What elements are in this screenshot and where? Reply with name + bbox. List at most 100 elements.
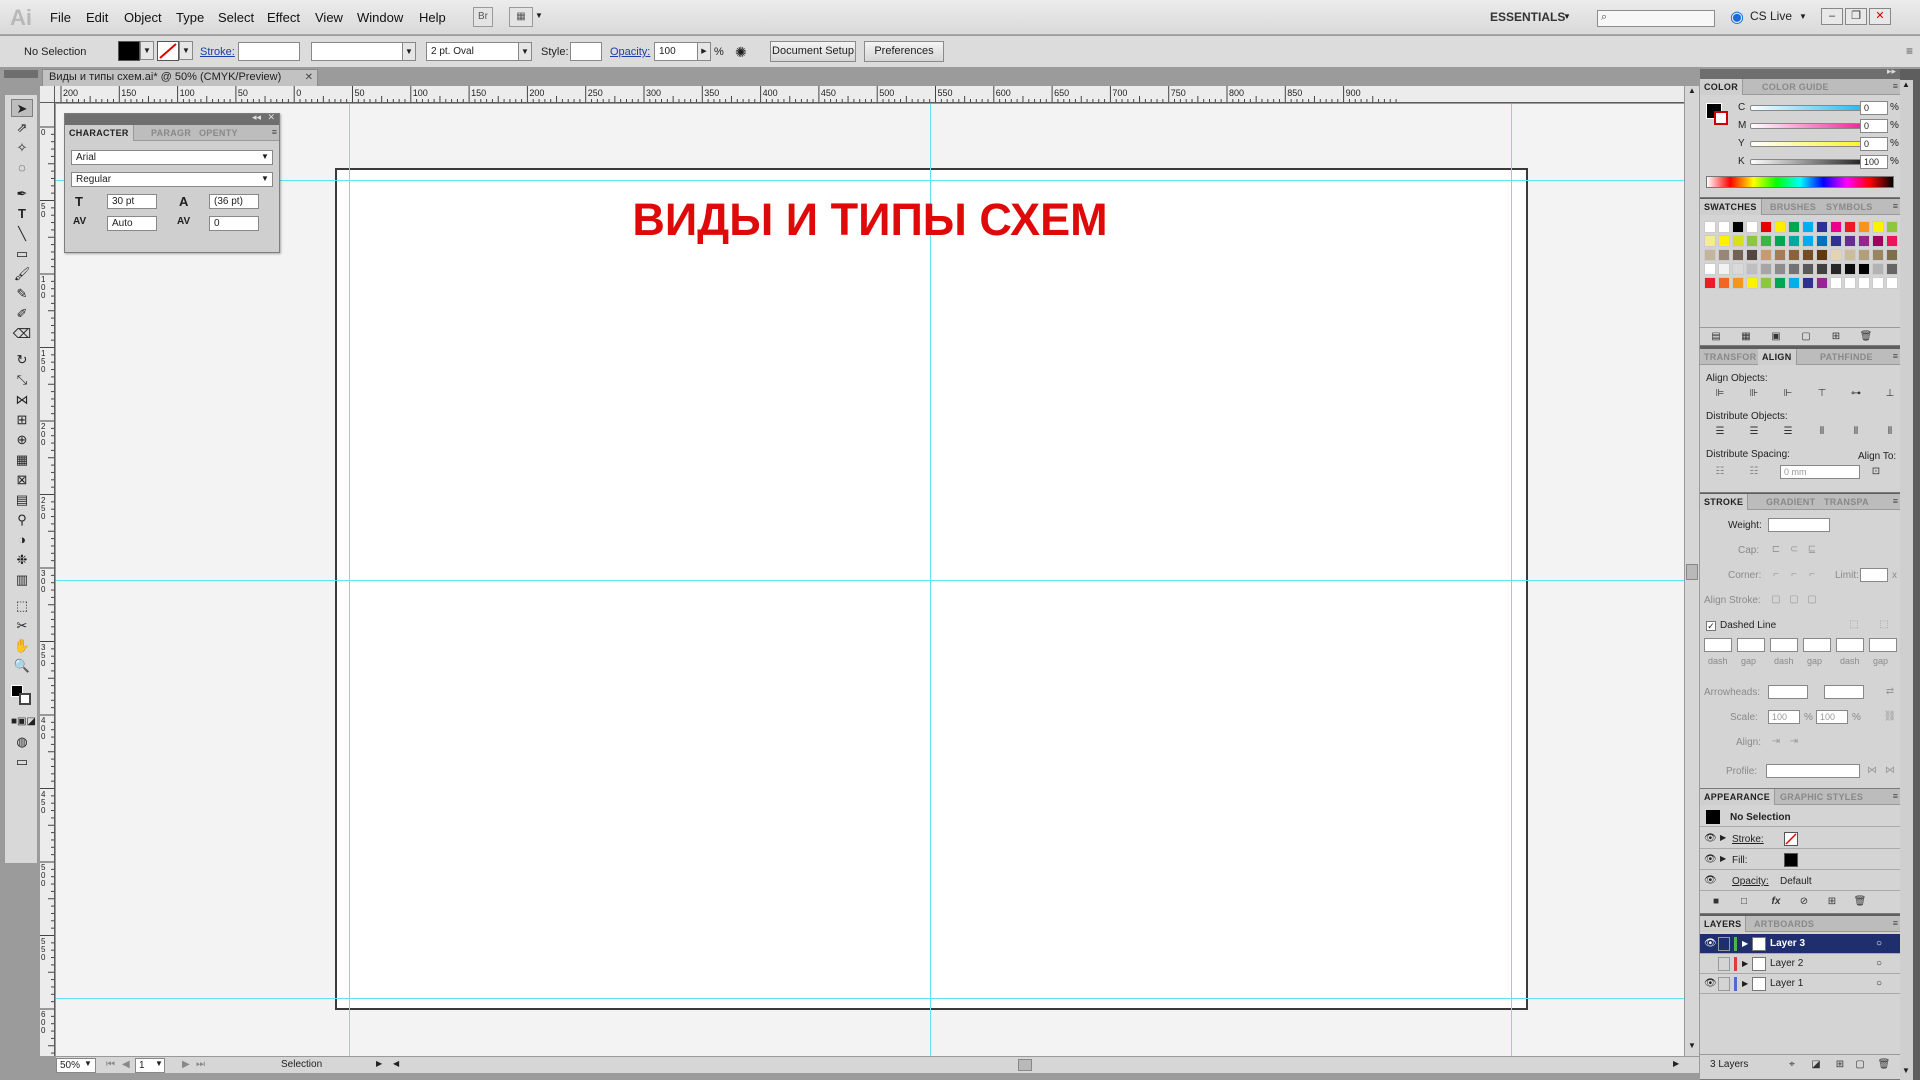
clear-appearance-icon[interactable]: ⊘ bbox=[1796, 895, 1812, 909]
slice-tool-icon[interactable]: ✂ bbox=[11, 617, 33, 635]
color-swatch[interactable] bbox=[1816, 249, 1828, 261]
tab-transform[interactable]: TRANSFOR bbox=[1700, 349, 1760, 365]
bevel-join-icon[interactable]: ⌐ bbox=[1804, 568, 1820, 582]
color-swatch[interactable] bbox=[1802, 263, 1814, 275]
scale-tool-icon[interactable]: ⤡ bbox=[11, 371, 33, 389]
guide-horizontal-middle[interactable] bbox=[56, 580, 1684, 581]
cslive-menu[interactable]: CS Live bbox=[1750, 9, 1792, 23]
scroll-up-icon[interactable]: ▲ bbox=[1688, 86, 1696, 95]
menu-window[interactable]: Window bbox=[357, 10, 403, 25]
color-swatch[interactable] bbox=[1704, 221, 1716, 233]
dock-scroll-down-icon[interactable]: ▼ bbox=[1902, 1066, 1910, 1075]
color-swatch[interactable] bbox=[1858, 277, 1870, 289]
last-artboard-icon[interactable]: ⏭ bbox=[196, 1059, 205, 1070]
color-swatch[interactable] bbox=[1760, 277, 1772, 289]
delete-layer-icon[interactable]: 🗑 bbox=[1876, 1058, 1892, 1072]
status-menu-icon[interactable]: ▶ bbox=[376, 1059, 382, 1068]
color-swatch[interactable] bbox=[1858, 263, 1870, 275]
color-swatch[interactable] bbox=[1858, 221, 1870, 233]
color-swatch[interactable] bbox=[1844, 249, 1856, 261]
font-family-select[interactable]: Arial bbox=[71, 150, 273, 165]
current-tool-status[interactable]: Selection bbox=[281, 1059, 322, 1070]
guide-vertical-right[interactable] bbox=[1511, 104, 1512, 1056]
profile-dropdown-icon[interactable]: ▼ bbox=[402, 42, 416, 61]
arrange-documents-icon[interactable]: ▦ bbox=[509, 7, 533, 27]
tab-stroke[interactable]: STROKE bbox=[1700, 494, 1749, 510]
previous-artboard-icon[interactable]: ◀ bbox=[122, 1059, 130, 1070]
color-swatch[interactable] bbox=[1830, 249, 1842, 261]
color-mode-icon[interactable]: ■▣◪ bbox=[11, 713, 36, 731]
dock-scroll-up-icon[interactable]: ▲ bbox=[1902, 80, 1910, 89]
create-sublayer-icon[interactable]: ⊞ bbox=[1832, 1058, 1848, 1072]
dashed-line-checkbox[interactable]: ✓ bbox=[1706, 621, 1716, 631]
color-swatch[interactable] bbox=[1830, 277, 1842, 289]
align-dash-corners-icon[interactable]: ⬚ bbox=[1876, 618, 1892, 632]
tab-character[interactable]: CHARACTER bbox=[65, 125, 134, 141]
layer-expand-icon[interactable]: ▶ bbox=[1742, 934, 1748, 954]
appearance-fill-row[interactable]: 👁 ▶ Fill: bbox=[1700, 850, 1900, 870]
vertical-ruler[interactable]: 0 50 100 150 200 250 300 350 400 450 500 550 600 bbox=[40, 103, 55, 1056]
color-swatch[interactable] bbox=[1844, 277, 1856, 289]
color-swatch[interactable] bbox=[1718, 235, 1730, 247]
perspective-grid-tool-icon[interactable]: ▦ bbox=[11, 451, 33, 469]
rectangle-tool-icon[interactable]: ▭ bbox=[11, 245, 33, 263]
tab-swatches[interactable]: SWATCHES bbox=[1700, 199, 1762, 215]
recolor-artwork-icon[interactable]: ✺ bbox=[735, 44, 747, 61]
menu-effect[interactable]: Effect bbox=[267, 10, 300, 25]
opacity-arrow-icon[interactable]: ▶ bbox=[697, 42, 711, 61]
fill-color-swatch[interactable] bbox=[118, 41, 140, 61]
stroke-swatch[interactable] bbox=[19, 693, 31, 705]
toolbox-grip[interactable] bbox=[4, 70, 38, 78]
color-panel-menu-icon[interactable]: ≡ bbox=[1893, 81, 1898, 91]
align-stroke-inside-icon[interactable]: ▢ bbox=[1786, 593, 1802, 607]
zoom-dropdown-icon[interactable]: ▼ bbox=[84, 1059, 92, 1068]
appearance-fill-label[interactable]: Fill: bbox=[1732, 855, 1748, 866]
flip-along-icon[interactable]: ⋈ bbox=[1864, 764, 1880, 778]
fill-expand-icon[interactable]: ▶ bbox=[1720, 854, 1726, 863]
draw-mode-icon[interactable]: ◍ bbox=[11, 733, 33, 751]
tab-align[interactable]: ALIGN bbox=[1758, 349, 1797, 365]
color-swatch[interactable] bbox=[1732, 221, 1744, 233]
scroll-right-icon[interactable]: ▶ bbox=[1673, 1059, 1679, 1068]
hand-tool-icon[interactable]: ✋ bbox=[11, 637, 33, 655]
align-right-icon[interactable]: ⊩ bbox=[1780, 387, 1796, 401]
duplicate-item-icon[interactable]: ⊞ bbox=[1824, 895, 1840, 909]
next-artboard-icon[interactable]: ▶ bbox=[182, 1059, 190, 1070]
color-swatch[interactable] bbox=[1718, 249, 1730, 261]
layer-expand-icon[interactable]: ▶ bbox=[1742, 974, 1748, 994]
character-panel-menu-icon[interactable]: ≡ bbox=[272, 127, 277, 137]
align-top-icon[interactable]: ⊤ bbox=[1814, 387, 1830, 401]
vertical-scrollbar[interactable]: ▲ ▼ bbox=[1684, 86, 1699, 1056]
flip-across-icon[interactable]: ⋈ bbox=[1882, 764, 1898, 778]
preserve-dash-icon[interactable]: ⬚ bbox=[1846, 618, 1862, 632]
menu-view[interactable]: View bbox=[315, 10, 343, 25]
color-swatch[interactable] bbox=[1886, 235, 1898, 247]
color-swatch[interactable] bbox=[1788, 221, 1800, 233]
dash-gap-input[interactable] bbox=[1770, 638, 1798, 652]
width-profile-select[interactable] bbox=[1766, 764, 1860, 778]
color-swatch[interactable] bbox=[1704, 263, 1716, 275]
layer-row[interactable]: 👁 ▶ Layer 3 ○ bbox=[1700, 934, 1900, 954]
spacing-value-field[interactable]: 0 mm bbox=[1780, 465, 1860, 479]
color-swatch[interactable] bbox=[1816, 263, 1828, 275]
distribute-bottom-icon[interactable]: ☰ bbox=[1780, 425, 1796, 439]
color-swatch[interactable] bbox=[1788, 263, 1800, 275]
add-new-fill-icon[interactable]: □ bbox=[1736, 895, 1752, 909]
color-swatch[interactable] bbox=[1830, 235, 1842, 247]
stroke-label[interactable]: Stroke: bbox=[200, 46, 235, 58]
swatch-library-icon[interactable]: ▤ bbox=[1708, 330, 1724, 344]
color-swatch[interactable] bbox=[1718, 277, 1730, 289]
tab-color[interactable]: COLOR bbox=[1700, 79, 1743, 95]
swap-arrowheads-icon[interactable]: ⇄ bbox=[1882, 685, 1898, 699]
stroke-dropdown-icon[interactable]: ▼ bbox=[179, 41, 193, 60]
brush-definition[interactable]: 2 pt. Oval bbox=[426, 42, 532, 61]
layers-panel-menu-icon[interactable]: ≡ bbox=[1893, 918, 1898, 928]
control-panel-menu-icon[interactable]: ≡ bbox=[1906, 44, 1913, 58]
color-swatch[interactable] bbox=[1718, 263, 1730, 275]
stroke-panel-menu-icon[interactable]: ≡ bbox=[1893, 496, 1898, 506]
rotate-tool-icon[interactable]: ↻ bbox=[11, 351, 33, 369]
search-input[interactable]: ⌕ bbox=[1597, 10, 1715, 27]
collapse-dock-icon[interactable]: ▸▸ bbox=[1887, 66, 1896, 77]
minimize-button[interactable]: – bbox=[1821, 8, 1843, 25]
artboard-tool-icon[interactable]: ⬚ bbox=[11, 597, 33, 615]
